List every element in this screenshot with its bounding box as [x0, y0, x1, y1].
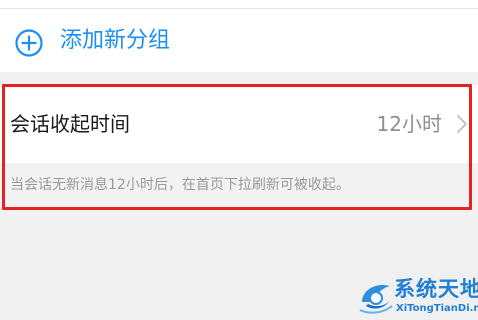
- setting-description: 当会话无新消息12小时后，在首页下拉刷新可被收起。: [10, 177, 350, 193]
- watermark-logo-icon: [356, 276, 396, 316]
- add-new-group-button[interactable]: 添加新分组: [0, 9, 478, 72]
- section-gap: [0, 72, 478, 84]
- setting-description-area: 当会话无新消息12小时后，在首页下拉刷新可被收起。: [0, 163, 478, 218]
- site-watermark: 系统天地 XiTongTianDi.net: [356, 274, 478, 319]
- setting-value: 12小时: [376, 112, 442, 136]
- plus-circle-icon: [14, 28, 44, 58]
- watermark-title: 系统天地: [394, 277, 478, 301]
- top-divider-strip: [0, 0, 478, 9]
- watermark-subtitle: XiTongTianDi.net: [396, 303, 478, 314]
- add-new-group-label: 添加新分组: [60, 28, 171, 53]
- chevron-right-icon: [456, 114, 468, 134]
- setting-title: 会话收起时间: [10, 112, 130, 136]
- conversation-collapse-time-setting[interactable]: 会话收起时间 12小时: [0, 85, 478, 163]
